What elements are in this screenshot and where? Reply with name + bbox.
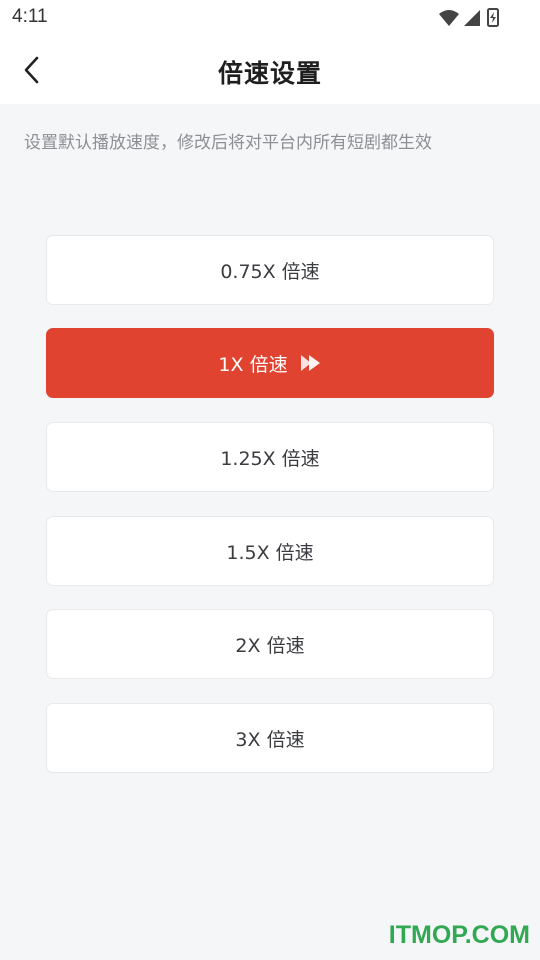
speed-option-3x[interactable]: 3X 倍速 (46, 703, 494, 773)
speed-option-label: 3X 倍速 (235, 728, 305, 751)
description-text: 设置默认播放速度，修改后将对平台内所有短剧都生效 (24, 133, 432, 153)
page-title: 倍速设置 (217, 59, 322, 88)
speed-option-label: 1.5X 倍速 (226, 541, 314, 564)
wifi-icon (439, 10, 459, 26)
speed-option-0-75x[interactable]: 0.75X 倍速 (46, 235, 494, 305)
battery-charging-icon (487, 8, 499, 27)
fast-forward-icon (300, 354, 322, 372)
nav-bar: 倍速设置 (0, 36, 540, 104)
speed-option-1-5x[interactable]: 1.5X 倍速 (46, 516, 494, 586)
cellular-signal-icon (464, 10, 480, 26)
status-bar: 4:11 (0, 0, 540, 36)
speed-option-label: 1.25X 倍速 (220, 447, 320, 470)
speed-option-2x[interactable]: 2X 倍速 (46, 609, 494, 679)
speed-option-label: 2X 倍速 (235, 634, 305, 657)
speed-option-1-25x[interactable]: 1.25X 倍速 (46, 422, 494, 492)
status-time: 4:11 (12, 6, 48, 27)
speed-option-label: 1X 倍速 (218, 353, 288, 376)
status-icons (438, 8, 500, 28)
speed-option-1x[interactable]: 1X 倍速 (46, 328, 494, 398)
watermark-logo: ITMOP.COM (388, 921, 530, 949)
speed-option-label: 0.75X 倍速 (220, 260, 320, 283)
